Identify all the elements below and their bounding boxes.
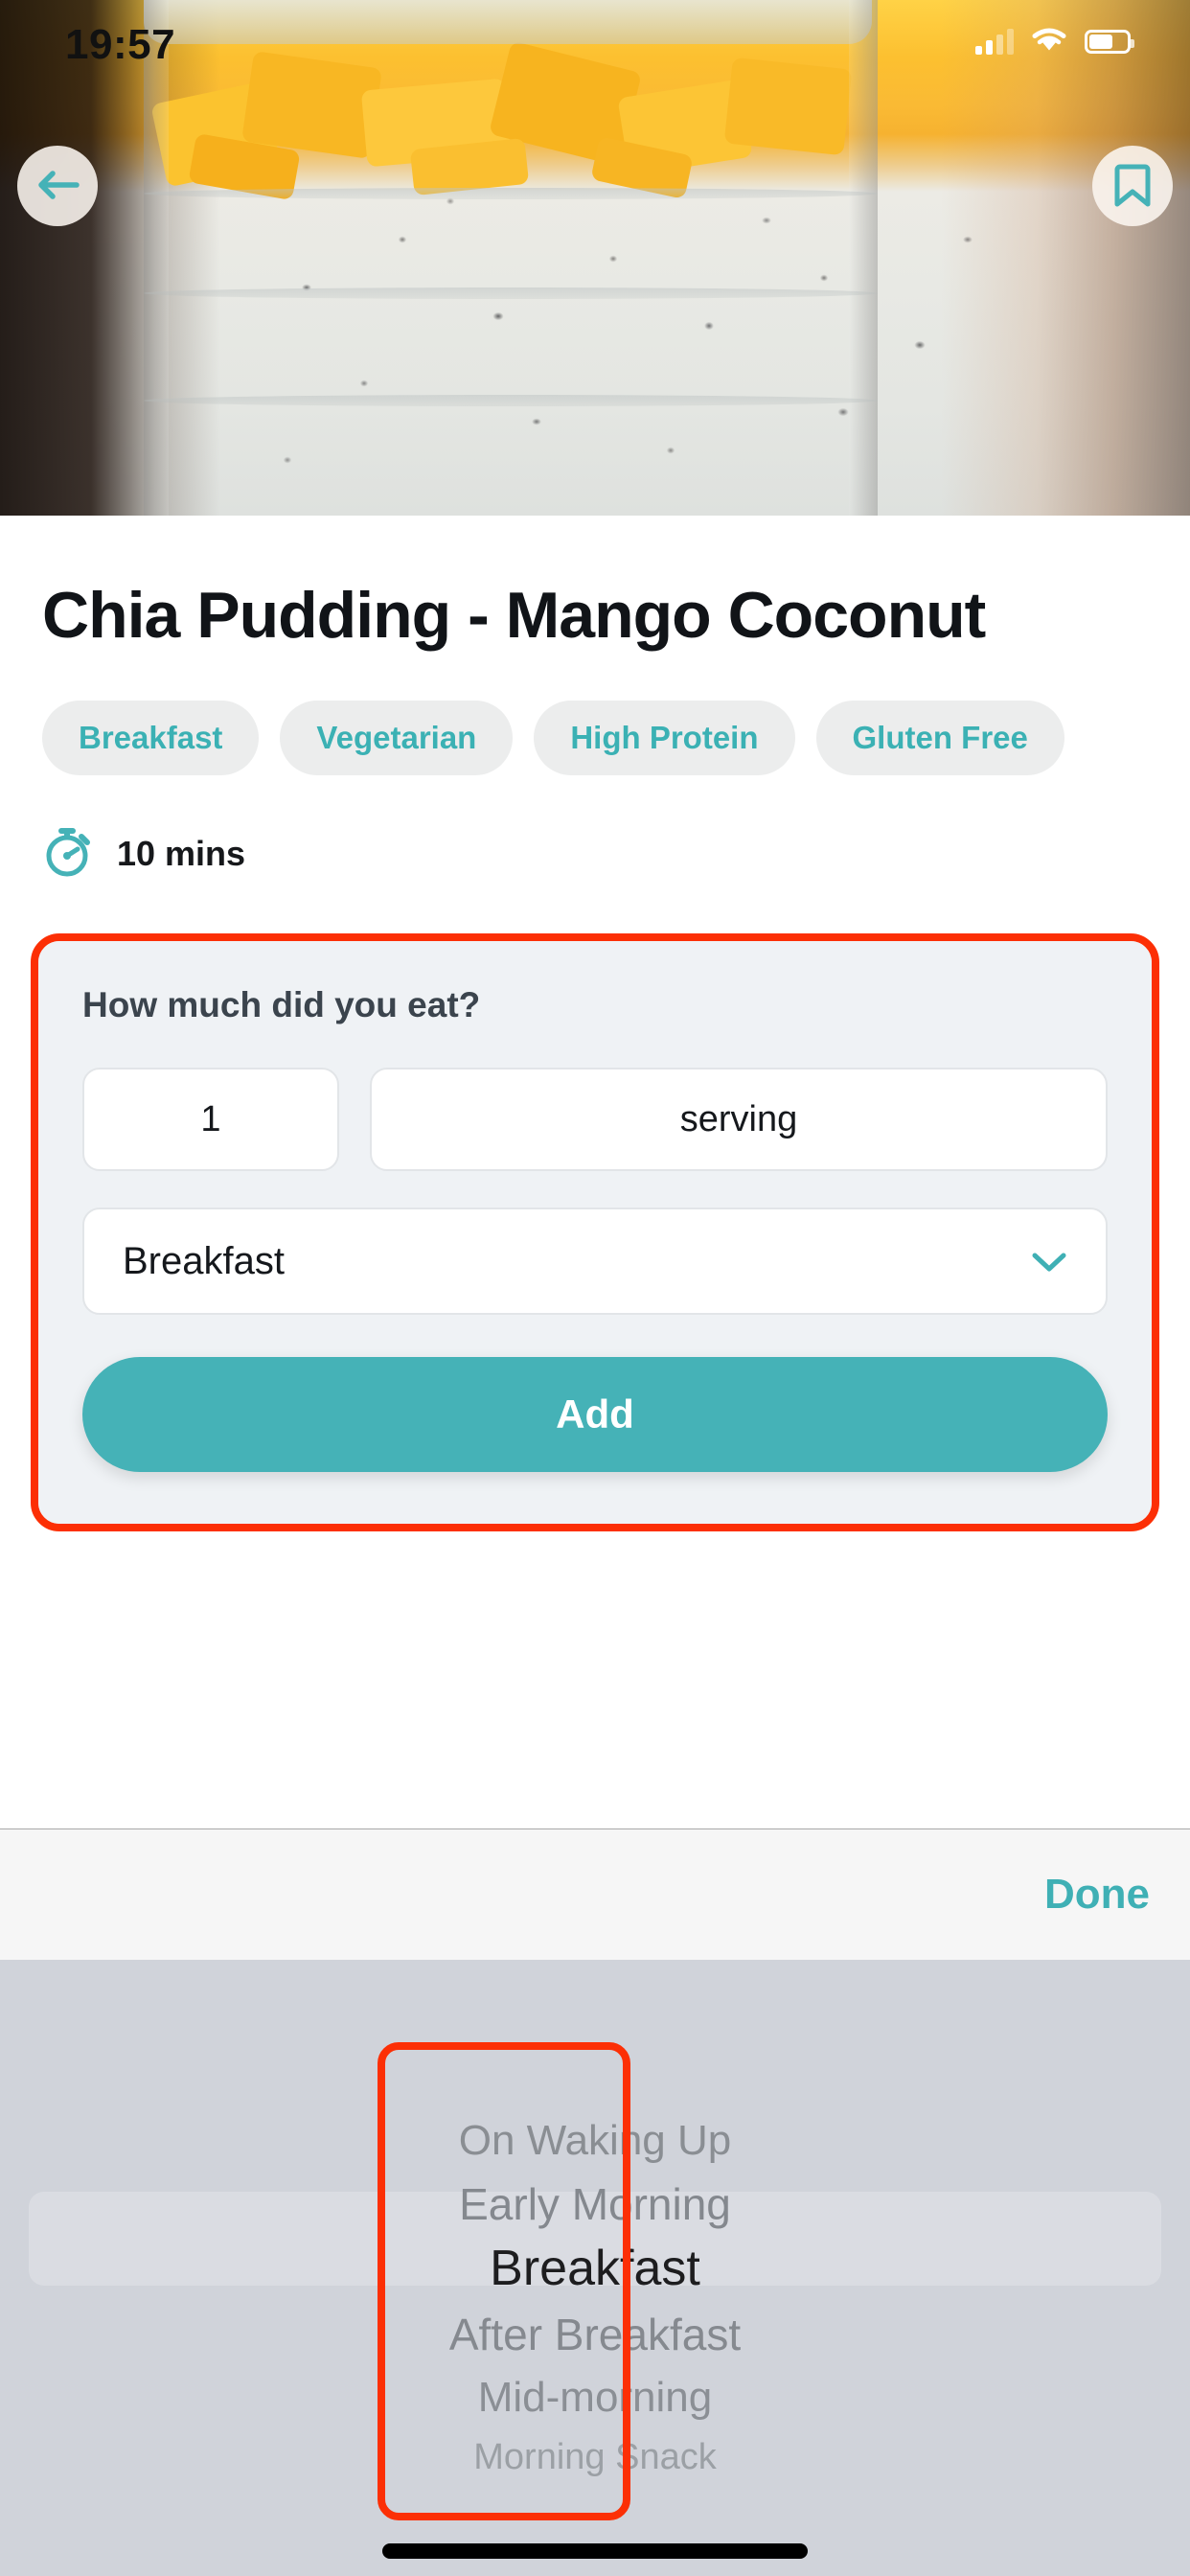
meal-select-value: Breakfast — [123, 1239, 285, 1282]
quantity-row: 1 serving — [82, 1068, 1108, 1172]
app-screen: 19:57 Chia Pudding - Mango Coconut Break… — [0, 0, 1190, 2576]
meal-select[interactable]: Breakfast — [82, 1208, 1108, 1316]
picker-option-breakfast[interactable]: Breakfast — [0, 2240, 1190, 2297]
jar-ring — [144, 395, 878, 406]
status-bar-clock: 19:57 — [65, 21, 176, 68]
page-title: Chia Pudding - Mango Coconut — [42, 579, 986, 652]
signal-bars-icon — [975, 28, 1014, 55]
quantity-input[interactable]: 1 — [82, 1068, 339, 1172]
recipe-content: Chia Pudding - Mango Coconut Breakfast V… — [0, 516, 1190, 1532]
picker-options-column: On Waking Up Early Morning Breakfast Aft… — [0, 1960, 1190, 2478]
tag-high-protein[interactable]: High Protein — [534, 701, 795, 776]
chevron-down-icon — [1031, 1242, 1067, 1280]
battery-icon — [1085, 30, 1134, 54]
meal-picker-wheel[interactable]: On Waking Up Early Morning Breakfast Aft… — [0, 1960, 1190, 2576]
picker-toolbar: Done — [0, 1828, 1190, 1960]
picker-option-morning-snack[interactable]: Morning Snack — [0, 2437, 1190, 2478]
prep-time-row: 10 mins — [0, 775, 1190, 884]
bookmark-button[interactable] — [1092, 146, 1173, 226]
log-intake-highlight: How much did you eat? 1 serving Breakfas… — [31, 933, 1159, 1532]
picker-option-mid-morning[interactable]: Mid-morning — [0, 2374, 1190, 2422]
bookmark-icon — [1113, 162, 1152, 211]
picker-option-early-morning[interactable]: Early Morning — [0, 2178, 1190, 2230]
back-button[interactable] — [17, 146, 98, 226]
status-bar: 19:57 — [0, 0, 1190, 92]
done-button[interactable]: Done — [1004, 1871, 1190, 1919]
picker-option-on-waking-up[interactable]: On Waking Up — [0, 2117, 1190, 2165]
add-button[interactable]: Add — [82, 1357, 1108, 1473]
log-intake-card: How much did you eat? 1 serving Breakfas… — [38, 941, 1152, 1525]
status-bar-indicators — [975, 25, 1134, 58]
log-question-label: How much did you eat? — [82, 985, 481, 1025]
jar-ring — [144, 288, 878, 299]
home-indicator — [382, 2543, 808, 2559]
prep-time-label: 10 mins — [117, 833, 246, 873]
tag-vegetarian[interactable]: Vegetarian — [280, 701, 514, 776]
recipe-tag-list: Breakfast Vegetarian High Protein Gluten… — [0, 651, 1190, 776]
tag-gluten-free[interactable]: Gluten Free — [815, 701, 1064, 776]
jar-ring — [144, 188, 878, 199]
picker-option-after-breakfast[interactable]: After Breakfast — [0, 2309, 1190, 2360]
stopwatch-icon — [42, 823, 96, 884]
tag-breakfast[interactable]: Breakfast — [42, 701, 260, 776]
back-arrow-icon — [34, 166, 80, 207]
unit-input[interactable]: serving — [370, 1068, 1108, 1172]
wifi-icon — [1029, 25, 1069, 58]
